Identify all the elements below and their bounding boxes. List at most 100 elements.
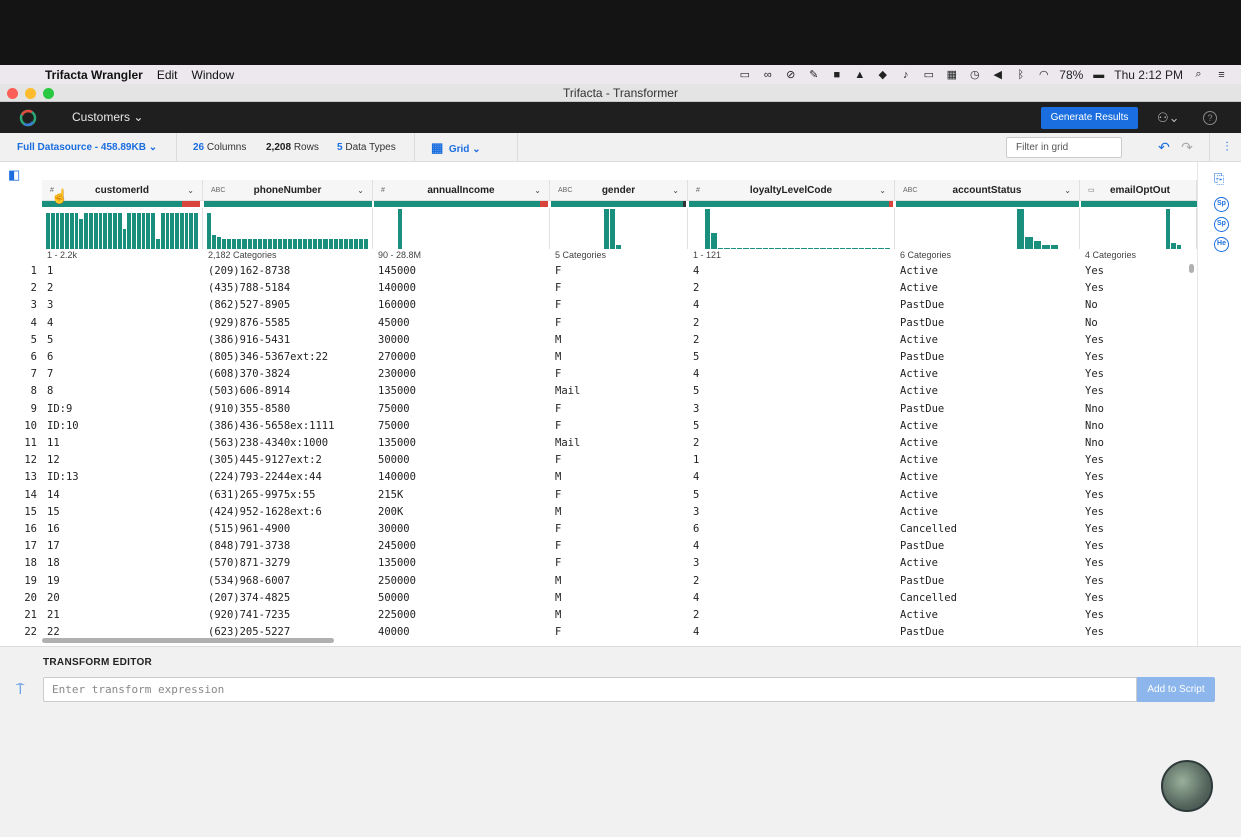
table-cell[interactable]: (386)436-5658ex:1111 bbox=[203, 418, 373, 435]
table-cell[interactable]: M bbox=[550, 573, 688, 590]
apple-icon[interactable] bbox=[17, 68, 31, 82]
table-cell[interactable]: Active bbox=[895, 263, 1080, 280]
histogram-bar[interactable] bbox=[69, 213, 74, 249]
filter-in-grid-input[interactable]: Filter in grid bbox=[1006, 137, 1122, 158]
bell-icon[interactable]: ♪ bbox=[898, 69, 913, 81]
table-cell[interactable]: (224)793-2244ex:44 bbox=[203, 469, 373, 486]
histogram-bar[interactable] bbox=[74, 213, 79, 249]
table-cell[interactable]: 140000 bbox=[373, 469, 550, 486]
table-cell[interactable]: F bbox=[550, 555, 688, 572]
table-cell[interactable]: 225000 bbox=[373, 607, 550, 624]
clock[interactable]: Thu 2:12 PM bbox=[1114, 68, 1183, 82]
table-row[interactable]: 5 (386)916-5431 30000 M 2 Active Yes bbox=[42, 332, 1197, 349]
histogram-bar[interactable] bbox=[103, 213, 108, 249]
minimize-window-button[interactable] bbox=[25, 88, 36, 99]
table-cell[interactable]: (424)952-1628ext:6 bbox=[203, 504, 373, 521]
table-cell[interactable]: 4 bbox=[688, 590, 895, 607]
table-cell[interactable]: 18 bbox=[42, 555, 203, 572]
quality-bar-mismatched[interactable] bbox=[540, 201, 548, 207]
table-cell[interactable]: 2 bbox=[688, 280, 895, 297]
table-cell[interactable]: No bbox=[1080, 315, 1197, 332]
table-cell[interactable]: 17 bbox=[42, 538, 203, 555]
histogram-bar[interactable] bbox=[839, 248, 846, 249]
table-cell[interactable]: Active bbox=[895, 504, 1080, 521]
table-cell[interactable]: ID:9 bbox=[42, 401, 203, 418]
table-cell[interactable]: Yes bbox=[1080, 366, 1197, 383]
table-cell[interactable]: (920)741-7235 bbox=[203, 607, 373, 624]
table-cell[interactable]: F bbox=[550, 315, 688, 332]
column-header-loyaltyLevelCode[interactable]: # loyaltyLevelCode ⌄ bbox=[688, 180, 895, 201]
histogram-bar[interactable] bbox=[724, 248, 730, 249]
histogram-bar[interactable] bbox=[1176, 245, 1182, 249]
histogram-bar[interactable] bbox=[820, 248, 826, 249]
table-cell[interactable]: 5 bbox=[42, 332, 203, 349]
table-cell[interactable]: 6 bbox=[42, 349, 203, 366]
table-cell[interactable]: Yes bbox=[1080, 487, 1197, 504]
table-row[interactable]: 14 (631)265-9975x:55 215K F 5 Active Yes bbox=[42, 487, 1197, 504]
table-cell[interactable]: Yes bbox=[1080, 469, 1197, 486]
table-cell[interactable]: 50000 bbox=[373, 452, 550, 469]
histogram-bar[interactable] bbox=[293, 239, 298, 249]
table-cell[interactable]: 4 bbox=[688, 469, 895, 486]
table-cell[interactable]: 2 bbox=[688, 435, 895, 452]
histogram-bar[interactable] bbox=[736, 248, 743, 249]
table-cell[interactable]: 4 bbox=[688, 538, 895, 555]
histogram-bar[interactable] bbox=[282, 239, 287, 249]
table-cell[interactable]: Yes bbox=[1080, 555, 1197, 572]
table-cell[interactable]: 1 bbox=[688, 452, 895, 469]
vertical-scrollbar[interactable] bbox=[1189, 264, 1194, 273]
table-cell[interactable]: Active bbox=[895, 383, 1080, 400]
redo-icon[interactable]: ↷ bbox=[1179, 139, 1195, 155]
table-cell[interactable]: 20 bbox=[42, 590, 203, 607]
table-cell[interactable]: (515)961-4900 bbox=[203, 521, 373, 538]
histogram-bar[interactable] bbox=[833, 248, 839, 249]
table-cell[interactable]: (570)871-3279 bbox=[203, 555, 373, 572]
histogram-annualIncome[interactable] bbox=[373, 208, 550, 249]
table-cell[interactable]: Active bbox=[895, 469, 1080, 486]
table-cell[interactable]: PastDue bbox=[895, 349, 1080, 366]
table-cell[interactable]: F bbox=[550, 401, 688, 418]
table-cell[interactable]: F bbox=[550, 624, 688, 641]
histogram-bar[interactable] bbox=[1042, 245, 1050, 249]
table-cell[interactable]: (862)527-8905 bbox=[203, 297, 373, 314]
histogram-bar[interactable] bbox=[272, 239, 277, 249]
quality-bar-missing[interactable] bbox=[683, 201, 686, 207]
histogram-bar[interactable] bbox=[122, 229, 127, 249]
chevron-down-icon[interactable]: ⌄ bbox=[357, 180, 364, 201]
table-row[interactable]: 12 (305)445-9127ext:2 50000 F 1 Active Yes bbox=[42, 452, 1197, 469]
histogram-bar[interactable] bbox=[89, 213, 93, 249]
table-row[interactable]: 6 (805)346-5367ext:22 270000 M 5 PastDue Yes bbox=[42, 349, 1197, 366]
table-cell[interactable]: 145000 bbox=[373, 263, 550, 280]
table-cell[interactable]: 135000 bbox=[373, 435, 550, 452]
quality-bar-valid[interactable] bbox=[204, 201, 372, 207]
notification-center-icon[interactable]: ≡ bbox=[1214, 69, 1229, 81]
histogram-bar[interactable] bbox=[141, 213, 146, 249]
table-cell[interactable]: Yes bbox=[1080, 624, 1197, 641]
histogram-bar[interactable] bbox=[1165, 209, 1171, 249]
table-cell[interactable]: (608)370-3824 bbox=[203, 366, 373, 383]
table-row[interactable]: ID:9 (910)355-8580 75000 F 3 PastDue Nno bbox=[42, 401, 1197, 418]
table-cell[interactable]: M bbox=[550, 590, 688, 607]
menu-window[interactable]: Window bbox=[192, 68, 235, 82]
add-to-script-button[interactable]: Add to Script bbox=[1137, 677, 1215, 702]
datasource-dropdown[interactable]: Full Datasource - 458.89KB ⌄ bbox=[17, 133, 157, 162]
table-cell[interactable]: M bbox=[550, 469, 688, 486]
histogram-bar[interactable] bbox=[762, 248, 769, 249]
table-row[interactable]: 21 (920)741-7235 225000 M 2 Active Yes bbox=[42, 607, 1197, 624]
table-cell[interactable]: Nno bbox=[1080, 401, 1197, 418]
volume-icon[interactable]: ◀ bbox=[990, 69, 1005, 81]
table-cell[interactable]: (848)791-3738 bbox=[203, 538, 373, 555]
table-cell[interactable]: 5 bbox=[688, 349, 895, 366]
table-cell[interactable]: F bbox=[550, 263, 688, 280]
suggestion-icon[interactable]: He bbox=[1214, 237, 1229, 252]
table-cell[interactable]: 4 bbox=[42, 315, 203, 332]
keyboard-icon[interactable]: ▦ bbox=[944, 69, 959, 81]
histogram-bar[interactable] bbox=[878, 248, 884, 249]
transform-expression-input[interactable]: Enter transform expression bbox=[43, 677, 1137, 702]
histogram-bar[interactable] bbox=[846, 248, 852, 249]
quality-bar-valid[interactable] bbox=[1081, 201, 1197, 207]
table-cell[interactable]: No bbox=[1080, 297, 1197, 314]
histogram-bar[interactable] bbox=[155, 239, 160, 249]
table-row[interactable]: 1 (209)162-8738 145000 F 4 Active Yes bbox=[42, 263, 1197, 280]
histogram-bar[interactable] bbox=[813, 248, 820, 249]
